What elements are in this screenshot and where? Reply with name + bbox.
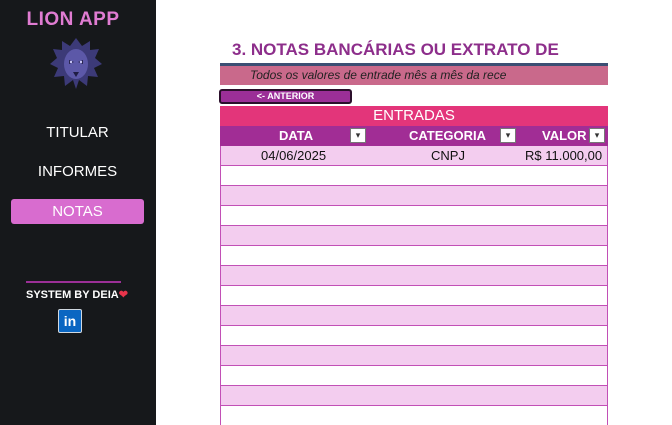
column-header-categoria: CATEGORIA	[409, 128, 487, 143]
column-header-valor: VALOR	[542, 128, 587, 143]
table-header: DATA ▾ CATEGORIA ▾ VALOR ▾	[220, 126, 608, 146]
table-row[interactable]	[221, 306, 607, 326]
table-row[interactable]	[221, 186, 607, 206]
page-title: 3. NOTAS BANCÁRIAS OU EXTRATO DE	[232, 40, 559, 59]
filter-dropdown-icon[interactable]: ▾	[350, 128, 366, 143]
section-header-entradas: ENTRADAS	[220, 106, 608, 126]
sidebar-item-informes[interactable]: INFORMES	[11, 159, 144, 184]
table-row[interactable]	[221, 386, 607, 406]
table-row[interactable]	[221, 226, 607, 246]
sidebar-item-titular[interactable]: TITULAR	[11, 120, 144, 145]
sidebar-item-notas[interactable]: NOTAS	[11, 199, 144, 224]
info-banner: Todos os valores de entrade mês a mês da…	[220, 66, 608, 85]
filter-dropdown-icon[interactable]: ▾	[500, 128, 516, 143]
column-header-data: DATA	[279, 128, 314, 143]
table-row[interactable]	[221, 406, 607, 425]
linkedin-icon[interactable]: in	[58, 309, 82, 333]
table-row[interactable]	[221, 286, 607, 306]
app-title: LION APP	[26, 9, 120, 30]
heart-icon: ❤	[118, 289, 128, 301]
divider	[26, 281, 121, 283]
table-row[interactable]: 04/06/2025 CNPJ R$ 11.000,00	[221, 146, 607, 166]
filter-dropdown-icon[interactable]: ▾	[589, 128, 605, 143]
table-row[interactable]	[221, 366, 607, 386]
lion-logo-icon	[50, 38, 102, 89]
table-row[interactable]	[221, 266, 607, 286]
table-row[interactable]	[221, 206, 607, 226]
credit-label: SYSTEM BY DEIA	[26, 289, 119, 301]
table-row[interactable]	[221, 246, 607, 266]
cell-valor[interactable]: R$ 11.000,00	[525, 146, 602, 165]
previous-button[interactable]: <- ANTERIOR	[219, 89, 352, 104]
credit-text: SYSTEM BY DEIA❤	[26, 288, 128, 301]
cell-categoria[interactable]: CNPJ	[431, 146, 465, 165]
table-row[interactable]	[221, 166, 607, 186]
sidebar: LION APP TITULAR INFORMES NOTAS SYSTEM B…	[0, 0, 156, 425]
table-row[interactable]	[221, 326, 607, 346]
table-row[interactable]	[221, 346, 607, 366]
entries-table: 04/06/2025 CNPJ R$ 11.000,00	[220, 146, 608, 425]
cell-data[interactable]: 04/06/2025	[261, 146, 326, 165]
